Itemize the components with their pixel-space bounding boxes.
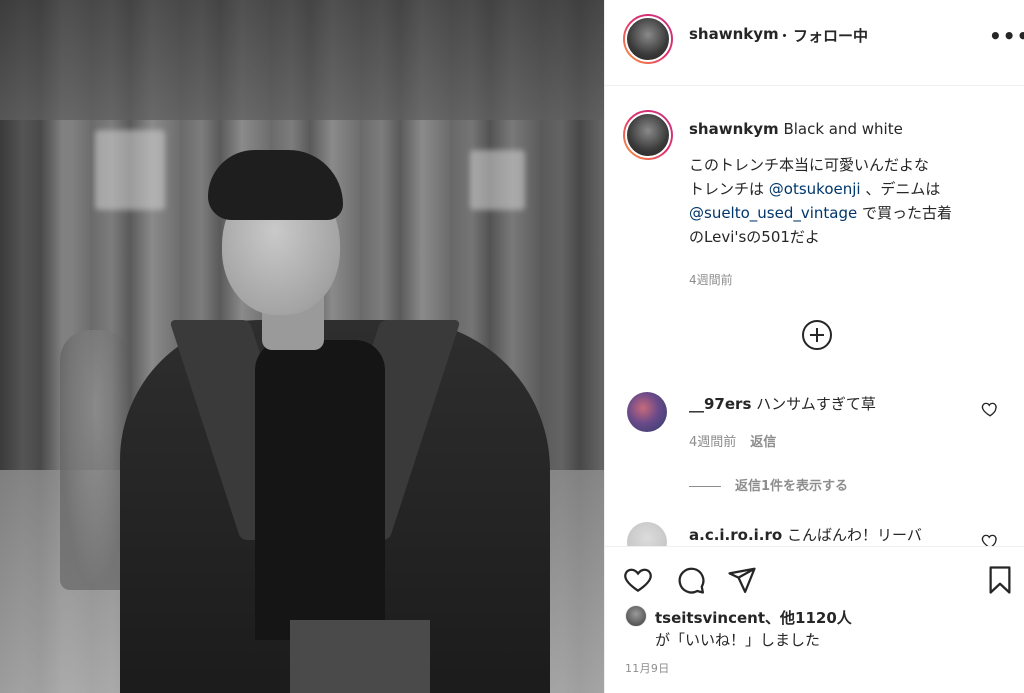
post-side-panel: shawnkym ・ フォロー中 ••• shawnkym Black and … [604, 0, 1024, 693]
post-date[interactable]: 11月9日 [625, 660, 670, 676]
comment-text: ハンサムすぎて草 [756, 395, 876, 413]
photo-background-building [0, 0, 604, 120]
caption-timestamp[interactable]: 4週間前 [689, 271, 733, 288]
comment-body: a.c.i.ro.i.ro こんばんわ！リーバ [689, 524, 922, 545]
follow-status-button[interactable]: フォロー中 [793, 25, 868, 46]
caption-line-4: のLevi'sの501だよ [689, 228, 820, 246]
comment-meta: 4週間前 返信 [689, 431, 776, 450]
likes-summary-suffix: が「いいね！」しました [655, 631, 821, 649]
post-photo[interactable] [0, 0, 604, 693]
more-options-icon[interactable]: ••• [989, 24, 1024, 48]
author-avatar[interactable] [623, 14, 673, 64]
caption-author-avatar[interactable] [623, 110, 673, 160]
likes-summary[interactable]: tseitsvincent、他1120人 [655, 607, 852, 628]
mention-link-otsukoenji[interactable]: @otsukoenji [769, 180, 861, 198]
heart-icon[interactable] [623, 565, 653, 595]
caption-username[interactable]: shawnkym [689, 120, 779, 138]
mention-link-suelto[interactable]: @suelto_used_vintage [689, 204, 857, 222]
caption-line-2-suffix: 、デニムは [860, 180, 941, 198]
photo-background-window [470, 150, 525, 210]
caption-line-3-suffix: で買った古着 [857, 204, 953, 222]
view-replies-dash [689, 486, 721, 487]
comment-timestamp[interactable]: 4週間前 [689, 435, 736, 450]
share-icon[interactable] [727, 565, 757, 595]
author-username[interactable]: shawnkym [689, 25, 779, 43]
post-caption: shawnkym Black and white このトレンチ本当に可愛いんだよ… [689, 117, 1009, 249]
commenter-avatar[interactable] [627, 392, 667, 432]
view-replies-label: 返信1件を表示する [735, 479, 849, 494]
photo-subject-jeans [290, 620, 430, 693]
plus-circle-icon[interactable] [802, 320, 832, 350]
reply-button[interactable]: 返信 [750, 435, 776, 450]
photo-background-window [95, 130, 165, 210]
caption-title: Black and white [783, 120, 903, 138]
post-header: shawnkym ・ フォロー中 ••• [605, 0, 1024, 86]
comment-heart-icon[interactable] [981, 400, 999, 418]
photo-subject-sweater [255, 340, 385, 640]
comment-body: __97ers ハンサムすぎて草 [689, 393, 876, 414]
caption-line-2-prefix: トレンチは [689, 180, 769, 198]
commenter-username[interactable]: __97ers [689, 395, 751, 413]
bookmark-icon[interactable] [985, 565, 1015, 595]
comment-text: こんばんわ！リーバ [786, 526, 922, 544]
view-replies-button[interactable]: 返信1件を表示する [689, 475, 848, 494]
liker-avatar[interactable] [625, 605, 647, 627]
commenter-username[interactable]: a.c.i.ro.i.ro [689, 526, 782, 544]
post-actions-section: tseitsvincent、他1120人 が「いいね！」しました 11月9日 [605, 546, 1024, 693]
comment-icon[interactable] [676, 565, 706, 595]
caption-line-1: このトレンチ本当に可愛いんだよな [689, 156, 930, 174]
photo-subject-hair [208, 150, 343, 220]
header-separator: ・ [777, 27, 793, 45]
